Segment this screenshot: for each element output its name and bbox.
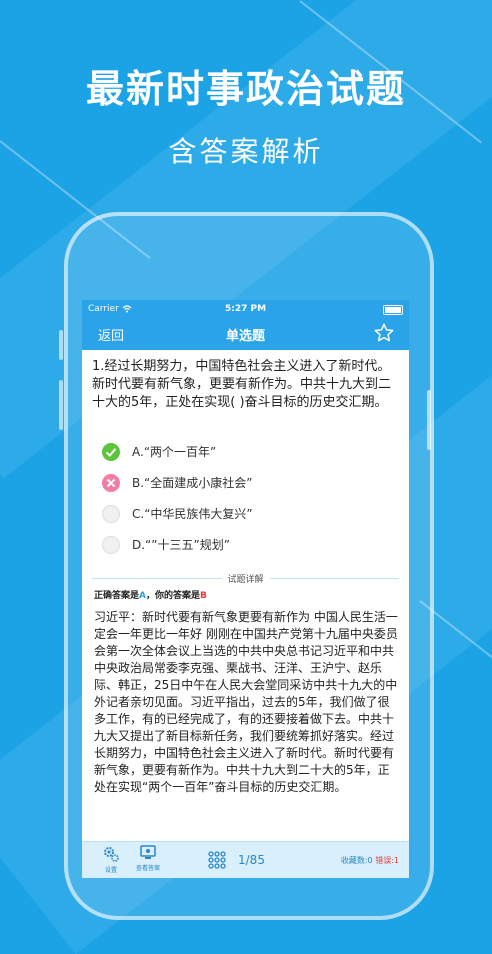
app-screen: Carrier 5:27 PM 返回 单选题 1.经过长期努力，中国特色社会主义… xyxy=(82,300,409,878)
option-c[interactable]: C.“中华民族伟大复兴” xyxy=(82,498,409,529)
cross-icon xyxy=(102,473,120,492)
settings-label: 设置 xyxy=(104,867,117,874)
favorites-count: 收藏数:0 xyxy=(340,856,373,865)
bottom-toolbar: 设置 查看答案 1/85 收藏数:0 错误:1 xyxy=(82,841,409,878)
answer-summary: 正确答案是A，你的答案是B xyxy=(82,585,409,601)
view-answer-button[interactable]: 查看答案 xyxy=(136,845,160,872)
option-label: D.“”十三五”规划” xyxy=(132,538,230,552)
battery-icon xyxy=(383,305,403,315)
your-answer: B xyxy=(200,591,207,601)
option-label: B.“全面建成小康社会” xyxy=(132,476,253,490)
monitor-icon xyxy=(140,845,156,859)
radio-empty-icon xyxy=(102,504,120,523)
your-prefix: ，你的答案是 xyxy=(145,591,200,601)
options-list: A.“两个一百年” B.“全面建成小康社会” C.“中华民族伟大复兴” D.“”… xyxy=(82,436,409,560)
clock: 5:27 PM xyxy=(224,304,267,314)
grid-icon[interactable] xyxy=(208,851,226,869)
option-a[interactable]: A.“两个一百年” xyxy=(82,436,409,467)
page-title: 单选题 xyxy=(225,328,265,344)
settings-button[interactable]: 设置 xyxy=(102,845,120,874)
star-icon[interactable] xyxy=(373,322,395,344)
correct-answer: A xyxy=(139,591,146,601)
option-b[interactable]: B.“全面建成小康社会” xyxy=(82,467,409,498)
promo-headline: 最新时事政治试题 xyxy=(85,66,406,111)
correct-prefix: 正确答案是 xyxy=(94,591,140,601)
view-answer-label: 查看答案 xyxy=(136,865,161,872)
option-d[interactable]: D.“”十三五”规划” xyxy=(82,529,409,560)
status-bar: Carrier 5:27 PM xyxy=(82,300,409,318)
error-count: 错误:1 xyxy=(375,856,399,865)
stats: 收藏数:0 错误:1 xyxy=(341,855,399,866)
check-icon xyxy=(102,442,120,461)
option-label: A.“两个一百年” xyxy=(132,445,217,459)
promo-subline: 含答案解析 xyxy=(168,135,324,168)
phone-side-button xyxy=(59,380,63,430)
nav-bar: 返回 单选题 xyxy=(82,318,409,350)
analysis-body: 习近平：新时代要有新气象更要有新作为 中国人民生活一定会一年更比一年好 刚刚在中… xyxy=(94,610,398,794)
option-label: C.“中华民族伟大复兴” xyxy=(132,507,253,521)
analysis-section-title: 试题详解 xyxy=(227,575,264,585)
radio-empty-icon xyxy=(102,535,120,554)
phone-side-button xyxy=(427,390,431,450)
question-text: 1.经过长期努力，中国特色社会主义进入了新时代。新时代要有新气象，更要有新作为。… xyxy=(92,359,392,410)
analysis-divider: 试题详解 xyxy=(92,572,400,585)
gear-icon xyxy=(104,847,119,862)
phone-side-button xyxy=(59,330,63,360)
question-progress: 1/85 xyxy=(238,853,265,867)
